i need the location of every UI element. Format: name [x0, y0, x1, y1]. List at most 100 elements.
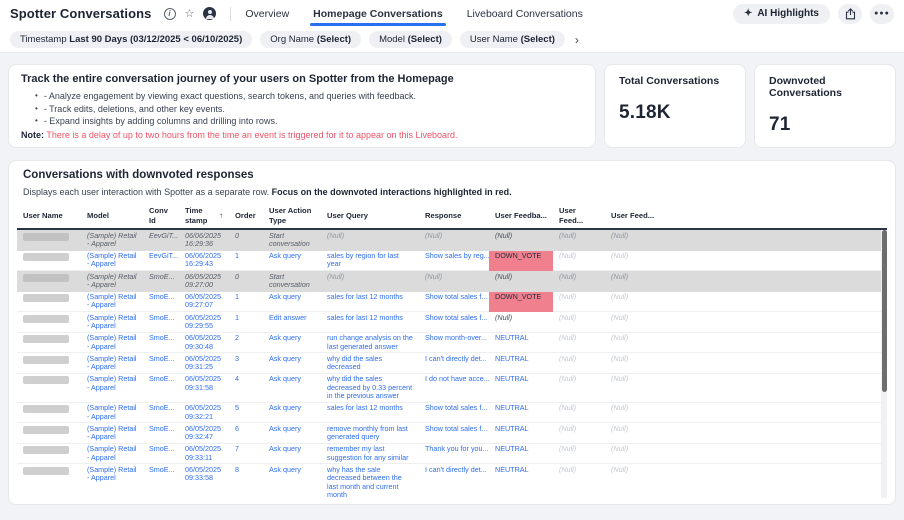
- table-row[interactable]: (Sample) Retail - ApparelSmoE...06/05/20…: [17, 353, 887, 374]
- cell-model[interactable]: (Sample) Retail - Apparel: [81, 373, 143, 402]
- cell-user-action-type[interactable]: Ask query: [263, 291, 321, 312]
- cell-order[interactable]: 0: [229, 271, 263, 292]
- cell-conv-id[interactable]: SmoE...: [143, 332, 179, 353]
- cell-user-action-type[interactable]: Ask query: [263, 353, 321, 374]
- cell-user-query[interactable]: (Null): [321, 271, 419, 292]
- cell-user-feedback-note[interactable]: (Null): [553, 443, 605, 464]
- cell-user-feedback-comment[interactable]: (Null): [605, 443, 661, 464]
- cell-user-feedback-comment[interactable]: (Null): [605, 402, 661, 423]
- cell-user-query[interactable]: sales by region for last year: [321, 250, 419, 271]
- filter-chip-user-name[interactable]: User Name (Select): [460, 31, 565, 48]
- cell-user-feedback-comment[interactable]: (Null): [605, 312, 661, 333]
- cell-user-name[interactable]: [17, 402, 81, 423]
- cell-order[interactable]: 2: [229, 332, 263, 353]
- cell-user-feedback[interactable]: NEUTRAL: [489, 423, 553, 444]
- cell-user-feedback-comment[interactable]: (Null): [605, 230, 661, 250]
- column-header[interactable]: Order: [229, 203, 263, 229]
- cell-user-name[interactable]: [17, 443, 81, 464]
- cell-conv-id[interactable]: SmoE...: [143, 271, 179, 292]
- cell-timestamp[interactable]: 06/06/2025 16:29:36: [179, 230, 229, 250]
- cell-user-name[interactable]: [17, 373, 81, 402]
- cell-user-feedback-note[interactable]: (Null): [553, 373, 605, 402]
- cell-timestamp[interactable]: 06/05/2025 09:33:58: [179, 464, 229, 498]
- cell-user-action-type[interactable]: Ask query: [263, 402, 321, 423]
- cell-user-query[interactable]: run change analysis on the last generate…: [321, 332, 419, 353]
- cell-user-query[interactable]: sales for last 12 months: [321, 312, 419, 333]
- ai-highlights-button[interactable]: ✦ AI Highlights: [733, 4, 830, 24]
- cell-response[interactable]: Show total sales f...: [419, 423, 489, 444]
- cell-user-query[interactable]: why did the sales decreased: [321, 353, 419, 374]
- cell-user-feedback[interactable]: NEUTRAL: [489, 402, 553, 423]
- column-header[interactable]: User Action Type: [263, 203, 321, 229]
- cell-timestamp[interactable]: 06/05/2025 09:32:21: [179, 402, 229, 423]
- filter-chip-model[interactable]: Model (Select): [369, 31, 452, 48]
- cell-user-feedback[interactable]: NEUTRAL: [489, 332, 553, 353]
- cell-user-feedback-comment[interactable]: (Null): [605, 250, 661, 271]
- cell-user-feedback-note[interactable]: (Null): [553, 230, 605, 250]
- cell-response[interactable]: (Null): [419, 271, 489, 292]
- cell-user-query[interactable]: why did the sales decreased by 0.33 perc…: [321, 373, 419, 402]
- table-row[interactable]: (Sample) Retail - ApparelSmoE...06/05/20…: [17, 423, 887, 444]
- tab-liveboard-conversations[interactable]: Liveboard Conversations: [467, 0, 583, 27]
- column-header[interactable]: User Feed...: [553, 203, 605, 229]
- cell-timestamp[interactable]: 06/05/2025 09:33:11: [179, 443, 229, 464]
- cell-user-feedback[interactable]: NEUTRAL: [489, 464, 553, 498]
- cell-conv-id[interactable]: SmoE...: [143, 312, 179, 333]
- cell-response[interactable]: Thank you for you...: [419, 443, 489, 464]
- cell-model[interactable]: (Sample) Retail - Apparel: [81, 291, 143, 312]
- vertical-scrollbar[interactable]: [881, 230, 887, 498]
- table-scroll-viewport[interactable]: (Sample) Retail - ApparelEevGiT...06/06/…: [17, 230, 887, 498]
- cell-user-name[interactable]: [17, 271, 81, 292]
- cell-user-feedback[interactable]: (Null): [489, 312, 553, 333]
- table-row[interactable]: (Sample) Retail - ApparelSmoE...06/05/20…: [17, 464, 887, 498]
- cell-conv-id[interactable]: SmoE...: [143, 373, 179, 402]
- cell-timestamp[interactable]: 06/05/2025 09:27:00: [179, 271, 229, 292]
- share-button[interactable]: [838, 4, 862, 24]
- cell-user-feedback-note[interactable]: (Null): [553, 271, 605, 292]
- kpi-total-conversations[interactable]: Total Conversations 5.18K: [604, 64, 746, 148]
- cell-user-query[interactable]: sales for last 12 months: [321, 291, 419, 312]
- cell-response[interactable]: Show total sales f...: [419, 291, 489, 312]
- cell-response[interactable]: (Null): [419, 230, 489, 250]
- cell-order[interactable]: 5: [229, 402, 263, 423]
- cell-model[interactable]: (Sample) Retail - Apparel: [81, 230, 143, 250]
- cell-user-action-type[interactable]: Start conversation: [263, 271, 321, 292]
- filter-chip-org-name[interactable]: Org Name (Select): [260, 31, 361, 48]
- cell-response[interactable]: I can't directly det...: [419, 353, 489, 374]
- cell-user-query[interactable]: (Null): [321, 230, 419, 250]
- cell-user-feedback[interactable]: DOWN_VOTE: [489, 291, 553, 312]
- cell-conv-id[interactable]: SmoE...: [143, 353, 179, 374]
- table-row[interactable]: (Sample) Retail - ApparelSmoE...06/05/20…: [17, 271, 887, 292]
- column-header[interactable]: Response: [419, 203, 489, 229]
- cell-user-feedback[interactable]: (Null): [489, 230, 553, 250]
- cell-response[interactable]: I can't directly det...: [419, 464, 489, 498]
- cell-user-feedback-note[interactable]: (Null): [553, 402, 605, 423]
- cell-user-name[interactable]: [17, 250, 81, 271]
- cell-user-feedback-note[interactable]: (Null): [553, 464, 605, 498]
- cell-user-name[interactable]: [17, 291, 81, 312]
- cell-conv-id[interactable]: EevGiT...: [143, 250, 179, 271]
- cell-timestamp[interactable]: 06/05/2025 09:29:55: [179, 312, 229, 333]
- cell-timestamp[interactable]: 06/05/2025 09:27:07: [179, 291, 229, 312]
- more-filters-chevron-icon[interactable]: ›: [573, 34, 581, 46]
- cell-timestamp[interactable]: 06/06/2025 16:29:43: [179, 250, 229, 271]
- cell-user-feedback[interactable]: NEUTRAL: [489, 353, 553, 374]
- cell-order[interactable]: 7: [229, 443, 263, 464]
- cell-user-feedback-comment[interactable]: (Null): [605, 353, 661, 374]
- cell-user-feedback-comment[interactable]: (Null): [605, 464, 661, 498]
- table-row[interactable]: (Sample) Retail - ApparelSmoE...06/05/20…: [17, 291, 887, 312]
- tab-homepage-conversations[interactable]: Homepage Conversations: [313, 0, 443, 27]
- cell-user-query[interactable]: why has the sale decreased between the l…: [321, 464, 419, 498]
- cell-timestamp[interactable]: 06/05/2025 09:31:25: [179, 353, 229, 374]
- cell-model[interactable]: (Sample) Retail - Apparel: [81, 464, 143, 498]
- kpi-downvoted-conversations[interactable]: Downvoted Conversations 71: [754, 64, 896, 148]
- cell-user-feedback[interactable]: DOWN_VOTE: [489, 250, 553, 271]
- cell-user-feedback-comment[interactable]: (Null): [605, 373, 661, 402]
- cell-user-name[interactable]: [17, 423, 81, 444]
- column-header[interactable]: User Query: [321, 203, 419, 229]
- sort-ascending-icon[interactable]: ↑: [219, 211, 223, 221]
- cell-order[interactable]: 0: [229, 230, 263, 250]
- cell-user-action-type[interactable]: Ask query: [263, 464, 321, 498]
- cell-conv-id[interactable]: EevGiT...: [143, 230, 179, 250]
- cell-user-query[interactable]: remember my last suggestion for any simi…: [321, 443, 419, 464]
